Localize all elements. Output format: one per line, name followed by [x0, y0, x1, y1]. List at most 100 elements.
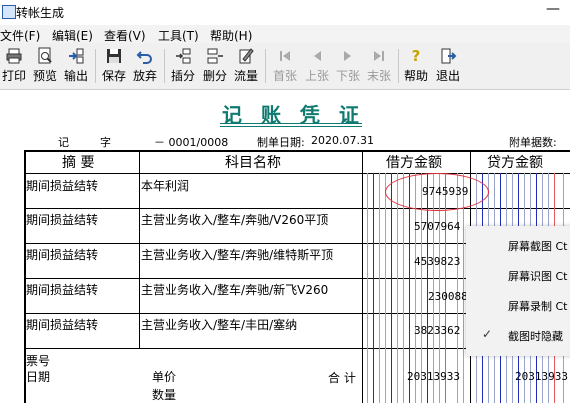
save-label: 保存: [101, 69, 126, 83]
help-icon: ?: [412, 47, 421, 65]
menu-view[interactable]: 查看(V): [104, 27, 146, 44]
last-page-button[interactable]: 末张: [364, 45, 394, 85]
row-summary[interactable]: 期间损益结转: [26, 316, 98, 333]
voucher-type[interactable]: 记: [58, 134, 69, 150]
grid-line: [362, 150, 363, 403]
context-menu: 屏幕截图 Ct 屏幕识图 Ct 屏幕录制 Ct ✓ 截图时隐藏: [466, 226, 570, 356]
menu-item-screenshot[interactable]: 屏幕截图 Ct: [508, 238, 568, 254]
row-account[interactable]: 本年利润: [141, 177, 189, 194]
toolbar-separator: [398, 49, 399, 83]
next-icon: [344, 51, 351, 61]
insert-row-icon: [176, 48, 191, 64]
svg-text:?: ?: [412, 47, 421, 65]
help-button[interactable]: ? 帮助: [402, 45, 430, 85]
date-label: 制单日期:: [257, 136, 305, 149]
delete-row-icon: [207, 48, 223, 64]
next-page-label: 下张: [335, 69, 360, 83]
menu-bar: 文件(F) 编辑(E) 查看(V) 工具(T) 帮助(H): [0, 25, 570, 43]
debit-header: 借方金额: [386, 155, 442, 171]
check-icon: ✓: [482, 327, 493, 341]
save-button[interactable]: 保存: [100, 45, 128, 85]
preview-button[interactable]: 预览: [30, 45, 60, 85]
digit-line: [373, 173, 374, 403]
prev-page-button[interactable]: 上张: [302, 45, 332, 85]
preview-icon: [38, 47, 52, 64]
menu-file[interactable]: 文件(F): [0, 27, 40, 44]
voucher-type-suffix: 字: [100, 136, 111, 149]
ticket-label: 票号: [26, 354, 51, 368]
title-bar: 转帐生成 —: [0, 0, 570, 24]
last-icon: [374, 51, 384, 61]
credit-total: 20313933: [515, 370, 568, 383]
minimize-button[interactable]: —: [536, 0, 570, 22]
row-account[interactable]: 主营业务收入/整车/奔驰/新飞V260: [141, 281, 328, 298]
digit-line: [385, 173, 386, 403]
delete-row-label: 删分: [202, 69, 227, 83]
grid-line: [139, 150, 140, 348]
menu-item-screen-ocr[interactable]: 屏幕识图 Ct: [508, 268, 568, 284]
toolbar-separator: [164, 49, 165, 83]
printer-icon: [6, 48, 22, 64]
title-underline: [220, 126, 362, 127]
undo-icon: [136, 51, 152, 64]
exit-icon: [441, 48, 457, 64]
exit-button[interactable]: 退出: [434, 45, 462, 85]
next-page-button[interactable]: 下张: [333, 45, 363, 85]
delete-row-button[interactable]: 删分: [201, 45, 229, 85]
menu-item-screen-record[interactable]: 屏幕录制 Ct: [508, 298, 568, 314]
toolbar: 打印 预览 输出 保存 放弃 插分 删分 流量 首张 上张 下张 末张 ? 帮助…: [0, 43, 570, 90]
row-summary[interactable]: 期间损益结转: [26, 211, 98, 228]
menu-tools[interactable]: 工具(T): [158, 27, 199, 44]
discard-button[interactable]: 放弃: [131, 45, 159, 85]
help-label: 帮助: [403, 69, 428, 83]
row-summary[interactable]: 期间损益结转: [26, 246, 98, 263]
print-button[interactable]: 打印: [0, 45, 28, 85]
export-label: 输出: [63, 69, 88, 83]
export-button[interactable]: 输出: [62, 45, 90, 85]
voucher-date[interactable]: 2020.07.31: [311, 134, 374, 147]
debit-total: 20313933: [407, 370, 460, 383]
voucher-number: － 0001/0008: [154, 136, 229, 149]
export-icon: [69, 48, 84, 64]
digit-line: [403, 173, 404, 403]
last-page-label: 末张: [366, 69, 391, 83]
menu-edit[interactable]: 编辑(E): [52, 27, 93, 44]
preview-label: 预览: [32, 69, 57, 83]
discard-label: 放弃: [132, 69, 157, 83]
cash-flow-label: 流量: [233, 69, 258, 83]
prev-icon: [314, 51, 321, 61]
print-label: 打印: [1, 69, 26, 83]
highlight-ellipse: [385, 173, 489, 211]
insert-row-label: 插分: [170, 69, 195, 83]
insert-row-button[interactable]: 插分: [169, 45, 197, 85]
summary-header: 摘 要: [62, 155, 95, 171]
row-summary[interactable]: 期间损益结转: [26, 177, 98, 194]
row-summary[interactable]: 期间损益结转: [26, 281, 98, 298]
first-page-button[interactable]: 首张: [270, 45, 300, 85]
cash-flow-button[interactable]: 流量: [232, 45, 260, 85]
quantity-label: 数量: [152, 388, 177, 402]
prev-page-label: 上张: [304, 69, 329, 83]
title-underline: [220, 123, 362, 124]
row-account[interactable]: 主营业务收入/整车/丰田/塞纳: [141, 316, 297, 333]
toolbar-separator: [265, 49, 266, 83]
total-label: 合 计: [328, 371, 356, 385]
attachments-label: 附单据数:: [509, 136, 557, 149]
credit-header: 贷方金额: [487, 155, 543, 171]
menu-help[interactable]: 帮助(H): [210, 27, 252, 44]
digit-line: [379, 173, 380, 403]
window-title: 转帐生成: [16, 6, 65, 20]
account-header: 科目名称: [225, 155, 281, 171]
menu-item-hide-on-capture[interactable]: 截图时隐藏: [508, 328, 563, 344]
row-debit-amount[interactable]: 4539823: [414, 255, 460, 268]
save-icon: [107, 49, 121, 63]
first-icon: [280, 51, 290, 61]
row-debit-amount[interactable]: 5707964: [414, 220, 460, 233]
row-account[interactable]: 主营业务收入/整车/奔驰/V260平顶: [141, 211, 328, 228]
row-debit-amount[interactable]: 230088: [428, 290, 468, 303]
row-account[interactable]: 主营业务收入/整车/奔驰/维特斯平顶: [141, 246, 333, 263]
ticket-date-label: 日期: [26, 370, 51, 384]
row-debit-amount[interactable]: 3823362: [414, 324, 460, 337]
first-page-label: 首张: [272, 69, 297, 83]
exit-label: 退出: [435, 69, 460, 83]
